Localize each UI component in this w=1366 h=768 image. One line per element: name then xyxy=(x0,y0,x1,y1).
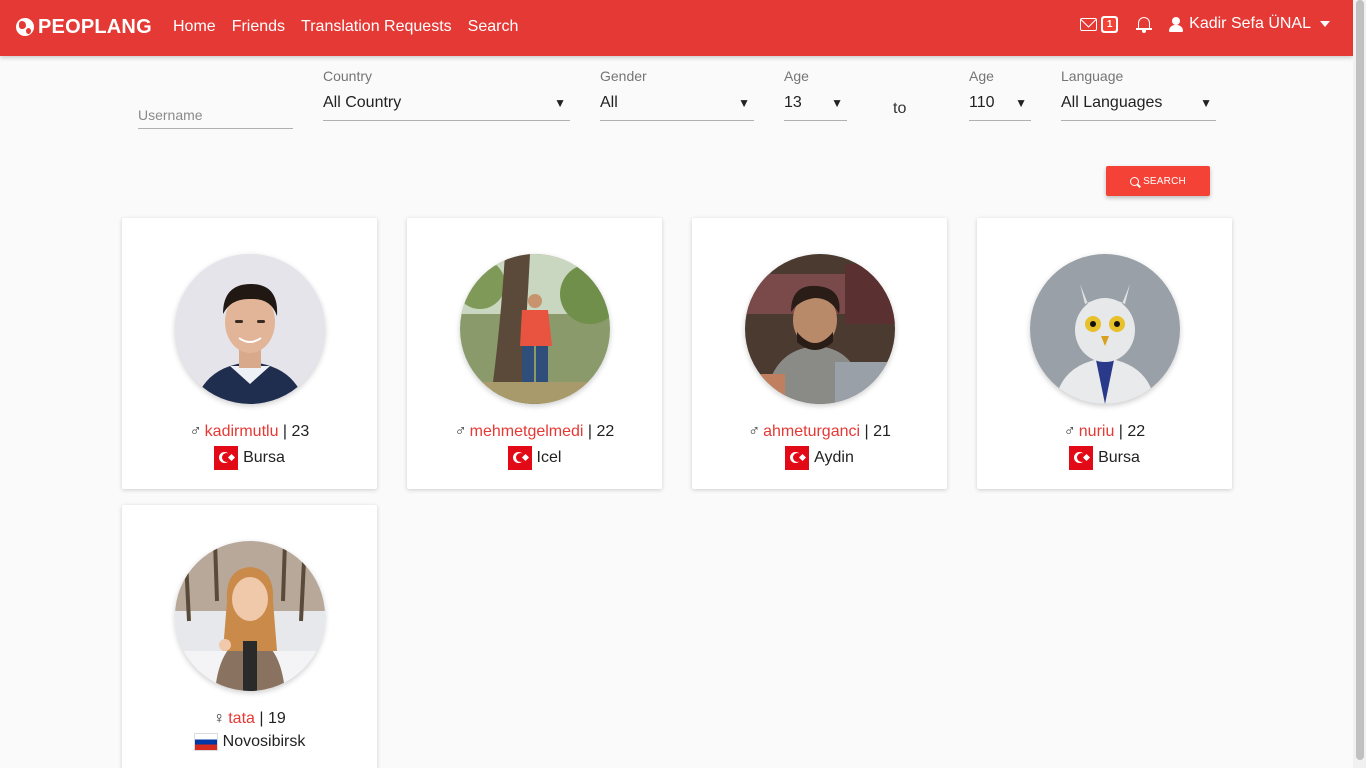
page-scrollbar[interactable] xyxy=(1353,0,1366,768)
message-count: 1 xyxy=(1103,17,1117,31)
user-city: Novosibirsk xyxy=(222,733,306,750)
gender-value: All xyxy=(600,94,618,111)
male-icon: ♂ xyxy=(1063,423,1076,440)
nav-right: 1 Kadir Sefa ÜNAL xyxy=(1080,14,1330,34)
user-location: Novosibirsk xyxy=(122,733,377,751)
user-info: ♀ tata | 19 xyxy=(213,710,286,727)
dropdown-arrow-icon: ▼ xyxy=(738,96,750,110)
top-navbar: PEOPLANG Home Friends Translation Reques… xyxy=(0,0,1353,56)
username-input[interactable] xyxy=(138,94,293,129)
user-city: Icel xyxy=(536,449,562,466)
gender-select[interactable]: All ▼ xyxy=(600,86,754,121)
bell-clapper xyxy=(1142,30,1147,33)
language-select[interactable]: All Languages ▼ xyxy=(1061,86,1216,121)
username-link[interactable]: mehmetgelmedi xyxy=(470,423,584,440)
avatar[interactable] xyxy=(175,541,325,691)
user-info: ♂ mehmetgelmedi | 22 xyxy=(454,423,615,440)
country-select[interactable]: All Country ▼ xyxy=(323,86,570,121)
avatar[interactable] xyxy=(460,254,610,404)
nav-translation-requests[interactable]: Translation Requests xyxy=(301,17,452,37)
nav-search[interactable]: Search xyxy=(468,17,519,37)
country-value: All Country xyxy=(323,94,402,111)
language-label: Language xyxy=(1061,68,1124,84)
avatar[interactable] xyxy=(1030,254,1180,404)
caret-down-icon xyxy=(1320,21,1330,27)
search-button-label: SEARCH xyxy=(1143,175,1186,187)
russia-flag-icon xyxy=(193,733,218,751)
globe-icon xyxy=(16,18,34,36)
female-icon: ♀ xyxy=(213,710,226,727)
turkey-flag-icon xyxy=(1069,446,1094,470)
username-link[interactable]: ahmeturganci xyxy=(763,423,860,440)
nav-home[interactable]: Home xyxy=(173,17,216,37)
user-icon-head xyxy=(1172,17,1181,25)
username-link[interactable]: kadirmutlu xyxy=(205,423,279,440)
user-age: 22 xyxy=(596,423,615,440)
user-card[interactable]: ♂ kadirmutlu | 23 Bursa xyxy=(122,218,377,489)
user-location: Icel xyxy=(407,446,662,470)
username-link[interactable]: tata xyxy=(228,710,255,727)
age-to-select[interactable]: 110 ▼ xyxy=(969,86,1031,121)
dropdown-arrow-icon: ▼ xyxy=(554,96,566,110)
brand-name: PEOPLANG xyxy=(38,16,152,38)
user-location: Aydin xyxy=(692,446,947,470)
user-city: Bursa xyxy=(1098,449,1140,466)
messages-button[interactable]: 1 xyxy=(1080,15,1119,33)
language-value: All Languages xyxy=(1061,94,1163,111)
scrollbar-thumb[interactable] xyxy=(1356,0,1364,760)
user-info: ♂ nuriu | 22 xyxy=(1063,423,1146,440)
user-icon xyxy=(1169,16,1184,32)
user-age: 22 xyxy=(1127,423,1146,440)
user-icon-body xyxy=(1169,25,1184,32)
user-card[interactable]: ♀ tata | 19 Novosibirsk xyxy=(122,505,377,768)
search-button[interactable]: SEARCH xyxy=(1106,166,1210,196)
user-name: Kadir Sefa ÜNAL xyxy=(1189,15,1311,32)
user-location: Bursa xyxy=(977,446,1232,470)
user-location: Bursa xyxy=(122,446,377,470)
username-link[interactable]: nuriu xyxy=(1079,423,1115,440)
avatar[interactable] xyxy=(745,254,895,404)
brand-logo[interactable]: PEOPLANG xyxy=(16,15,152,39)
user-card[interactable]: ♂ nuriu | 22 Bursa xyxy=(977,218,1232,489)
turkey-flag-icon xyxy=(785,446,810,470)
search-icon xyxy=(1130,176,1140,186)
dropdown-arrow-icon: ▼ xyxy=(831,96,843,110)
dropdown-arrow-icon: ▼ xyxy=(1200,96,1212,110)
nav-friends[interactable]: Friends xyxy=(232,17,285,37)
bell-icon[interactable] xyxy=(1136,15,1153,33)
user-info: ♂ ahmeturganci | 21 xyxy=(748,423,891,440)
envelope-icon xyxy=(1080,17,1098,31)
user-age: 23 xyxy=(291,423,310,440)
user-card[interactable]: ♂ ahmeturganci | 21 Aydin xyxy=(692,218,947,489)
avatar[interactable] xyxy=(175,254,325,404)
user-city: Bursa xyxy=(243,449,285,466)
turkey-flag-icon xyxy=(214,446,239,470)
user-menu[interactable]: Kadir Sefa ÜNAL xyxy=(1169,14,1330,34)
age-from-select[interactable]: 13 ▼ xyxy=(784,86,847,121)
age-range-to-label: to xyxy=(893,100,907,117)
user-info: ♂ kadirmutlu | 23 xyxy=(189,423,310,440)
gender-label: Gender xyxy=(600,68,647,84)
age-to-label: Age xyxy=(969,68,994,84)
user-city: Aydin xyxy=(814,449,854,466)
male-icon: ♂ xyxy=(748,423,761,440)
user-age: 19 xyxy=(267,710,286,727)
age-from-label: Age xyxy=(784,68,809,84)
message-count-badge: 1 xyxy=(1101,15,1119,33)
dropdown-arrow-icon: ▼ xyxy=(1015,96,1027,110)
user-card[interactable]: ♂ mehmetgelmedi | 22 Icel xyxy=(407,218,662,489)
turkey-flag-icon xyxy=(507,446,532,470)
male-icon: ♂ xyxy=(454,423,467,440)
country-label: Country xyxy=(323,68,373,84)
age-to-value: 110 xyxy=(969,94,995,111)
nav-links: Home Friends Translation Requests Search xyxy=(173,17,534,37)
age-from-value: 13 xyxy=(784,94,802,111)
user-age: 21 xyxy=(873,423,891,440)
male-icon: ♂ xyxy=(189,423,202,440)
